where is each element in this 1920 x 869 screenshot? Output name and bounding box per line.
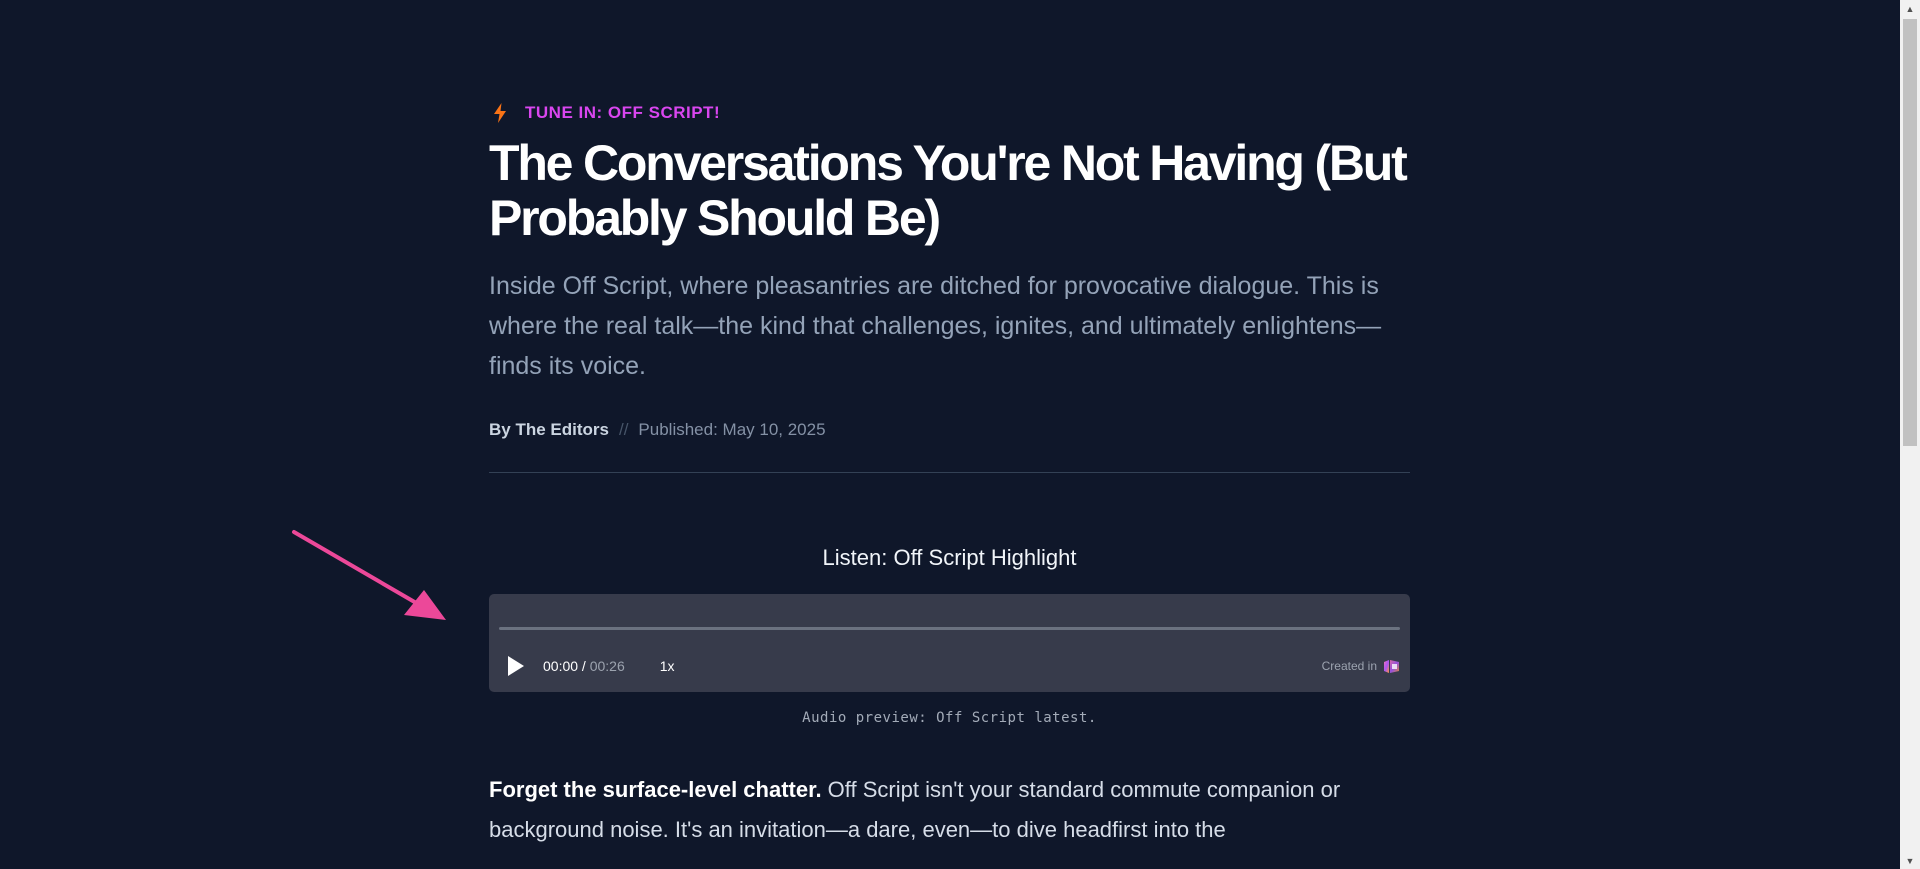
audio-time: 00:00 / 00:26 xyxy=(543,658,625,674)
byline-separator: // xyxy=(618,420,629,439)
audio-player: 00:00 / 00:26 1x Created in xyxy=(489,594,1410,692)
play-icon xyxy=(508,656,524,676)
app-logo-icon xyxy=(1384,659,1399,673)
lightning-bolt-icon xyxy=(489,102,511,124)
page: TUNE IN: OFF SCRIPT! The Conversations Y… xyxy=(0,0,1900,869)
published-date: Published: May 10, 2025 xyxy=(638,420,826,439)
scroll-up-arrow-icon[interactable]: ▲ xyxy=(1900,0,1920,17)
article-subtitle: Inside Off Script, where pleasantries ar… xyxy=(489,272,1382,380)
scrollbar-thumb[interactable] xyxy=(1903,19,1917,446)
annotation-arrow-icon xyxy=(292,530,446,620)
created-in-badge[interactable]: Created in xyxy=(1322,659,1400,674)
author-name: By The Editors xyxy=(489,420,609,439)
article: TUNE IN: OFF SCRIPT! The Conversations Y… xyxy=(489,96,1410,869)
time-separator: / xyxy=(578,658,590,674)
scroll-down-arrow-icon[interactable]: ▼ xyxy=(1900,852,1920,869)
audio-progress-bar[interactable] xyxy=(499,627,1400,630)
audio-caption: Audio preview: Off Script latest. xyxy=(802,710,1097,726)
divider xyxy=(489,472,1410,473)
byline: By The Editors // Published: May 10, 202… xyxy=(489,418,1410,442)
play-button[interactable] xyxy=(507,653,533,679)
article-body-paragraph: Forget the surface-level chatter. Off Sc… xyxy=(489,770,1410,850)
kicker: TUNE IN: OFF SCRIPT! xyxy=(489,96,1410,130)
duration: 00:26 xyxy=(589,658,625,674)
article-title: The Conversations You're Not Having (But… xyxy=(489,135,1408,246)
body-lead: Forget the surface-level chatter. xyxy=(489,777,822,802)
current-time: 00:00 xyxy=(543,658,579,674)
audio-controls: 00:00 / 00:26 1x Created in xyxy=(507,652,1400,680)
created-in-label: Created in xyxy=(1321,659,1377,673)
playback-speed-button[interactable]: 1x xyxy=(660,658,675,674)
vertical-scrollbar[interactable]: ▲ ▼ xyxy=(1900,0,1920,869)
audio-heading: Listen: Off Script Highlight xyxy=(822,545,1077,570)
kicker-label: TUNE IN: OFF SCRIPT! xyxy=(525,103,721,122)
